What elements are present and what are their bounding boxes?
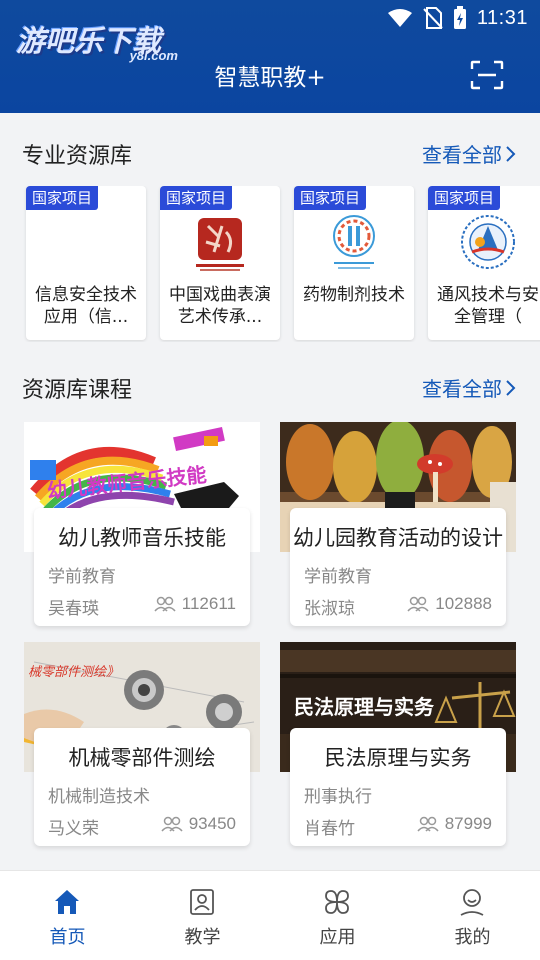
course-category: 学前教育 bbox=[48, 567, 116, 587]
course-category: 机械制造技术 bbox=[48, 787, 150, 807]
students-icon bbox=[154, 596, 176, 612]
course-section-title: 资源库课程 bbox=[22, 378, 133, 403]
status-time: 11:31 bbox=[476, 6, 528, 29]
nav-item-teaching[interactable]: 教学 bbox=[135, 871, 270, 960]
resource-card[interactable]: 国家项目 通风技术与安全管理（ bbox=[428, 186, 540, 340]
pharmacy-logo bbox=[333, 215, 375, 269]
course-title: 幼儿园教育活动的设计 bbox=[293, 526, 503, 550]
apps-icon bbox=[325, 890, 349, 914]
resource-carousel[interactable]: 国家项目 信息安全技术应用（信... 国家项目 中国戏曲表演艺术传承... 国家… bbox=[0, 186, 540, 342]
course-category: 刑事执行 bbox=[304, 787, 372, 807]
chevron-right-icon bbox=[506, 379, 516, 396]
scan-icon[interactable] bbox=[470, 60, 504, 90]
course-teacher: 肖春竹 bbox=[304, 819, 355, 839]
nav-label: 应用 bbox=[319, 927, 356, 948]
course-card[interactable]: 幼儿教师音乐技能 幼儿教师音乐技能 学前教育 吴春瑛 112611 bbox=[24, 422, 260, 628]
resource-name: 通风技术与安全管理（ bbox=[437, 285, 539, 327]
course-teacher: 张淑琼 bbox=[304, 599, 355, 619]
cover-text: 械零部件测绘》 bbox=[28, 665, 119, 680]
home-icon bbox=[55, 890, 79, 914]
course-views: 102888 bbox=[407, 594, 492, 614]
resource-card[interactable]: 国家项目 药物制剂技术 bbox=[294, 186, 414, 340]
course-views: 112611 bbox=[154, 594, 236, 614]
chevron-right-icon bbox=[506, 145, 516, 162]
nav-item-home[interactable]: 首页 bbox=[0, 871, 135, 960]
view-count: 93450 bbox=[188, 814, 236, 833]
nav-label: 我的 bbox=[454, 927, 491, 948]
profile-icon bbox=[460, 889, 484, 916]
course-title: 机械零部件测绘 bbox=[68, 746, 216, 770]
national-project-badge: 国家项目 bbox=[294, 186, 367, 210]
cover-text: 民法原理与实务 bbox=[294, 695, 435, 719]
see-all-label: 查看全部 bbox=[422, 143, 502, 167]
resource-see-all-link[interactable]: 查看全部 bbox=[422, 139, 516, 168]
course-views: 93450 bbox=[161, 814, 236, 834]
opera-seal-logo bbox=[196, 218, 244, 271]
resource-name: 药物制剂技术 bbox=[303, 285, 405, 305]
course-info-card: 幼儿教师音乐技能 学前教育 吴春瑛 112611 bbox=[34, 508, 250, 626]
page-title: 智慧职教+ bbox=[0, 58, 540, 92]
view-count: 112611 bbox=[181, 594, 236, 613]
national-project-badge: 国家项目 bbox=[26, 186, 99, 210]
page-title-text: 智慧职教+ bbox=[214, 65, 326, 91]
course-teacher: 马义荣 bbox=[48, 819, 99, 839]
battery-icon bbox=[453, 6, 466, 29]
course-title: 民法原理与实务 bbox=[324, 746, 472, 770]
course-info-card: 机械零部件测绘 机械制造技术 马义荣 93450 bbox=[34, 728, 250, 846]
wifi-icon bbox=[387, 9, 412, 27]
course-teacher: 吴春瑛 bbox=[48, 599, 99, 619]
see-all-label: 查看全部 bbox=[422, 377, 502, 401]
nav-item-profile[interactable]: 我的 bbox=[405, 871, 540, 960]
students-icon bbox=[417, 816, 439, 832]
view-count: 87999 bbox=[444, 814, 492, 833]
students-icon bbox=[161, 816, 183, 832]
course-category: 学前教育 bbox=[304, 567, 372, 587]
course-card[interactable]: 幼儿园教育活动的设计 学前教育 张淑琼 102888 bbox=[280, 422, 516, 628]
course-info-card: 幼儿园教育活动的设计 学前教育 张淑琼 102888 bbox=[290, 508, 506, 626]
nav-item-apps[interactable]: 应用 bbox=[270, 871, 405, 960]
ventilation-logo bbox=[461, 215, 515, 269]
course-see-all-link[interactable]: 查看全部 bbox=[422, 373, 516, 402]
view-count: 102888 bbox=[435, 594, 492, 613]
course-card[interactable]: 械零部件测绘》 机械零部件测绘 机械制造技术 马义荣 93450 bbox=[24, 642, 260, 848]
students-icon bbox=[407, 596, 429, 612]
app-header: 11:31 游吧乐下载 y8l.com 智慧职教+ bbox=[0, 0, 540, 113]
national-project-badge: 国家项目 bbox=[428, 186, 501, 210]
course-title: 幼儿教师音乐技能 bbox=[58, 526, 226, 550]
nav-label: 首页 bbox=[49, 927, 86, 948]
teaching-icon bbox=[190, 889, 214, 915]
resource-name: 信息安全技术应用（信... bbox=[35, 285, 137, 327]
nav-label: 教学 bbox=[184, 927, 221, 948]
course-card[interactable]: 民法原理与实务 民法原理与实务 刑事执行 肖春竹 87999 bbox=[280, 642, 516, 848]
course-views: 87999 bbox=[417, 814, 492, 834]
national-project-badge: 国家项目 bbox=[160, 186, 233, 210]
course-info-card: 民法原理与实务 刑事执行 肖春竹 87999 bbox=[290, 728, 506, 846]
bottom-navigation: 首页 教学 应用 我的 bbox=[0, 870, 540, 960]
resource-name: 中国戏曲表演艺术传承... bbox=[169, 285, 271, 327]
resource-section-title: 专业资源库 bbox=[22, 144, 133, 169]
no-sim-icon bbox=[423, 7, 443, 29]
resource-card[interactable]: 国家项目 信息安全技术应用（信... bbox=[26, 186, 146, 340]
resource-card[interactable]: 国家项目 中国戏曲表演艺术传承... bbox=[160, 186, 280, 340]
